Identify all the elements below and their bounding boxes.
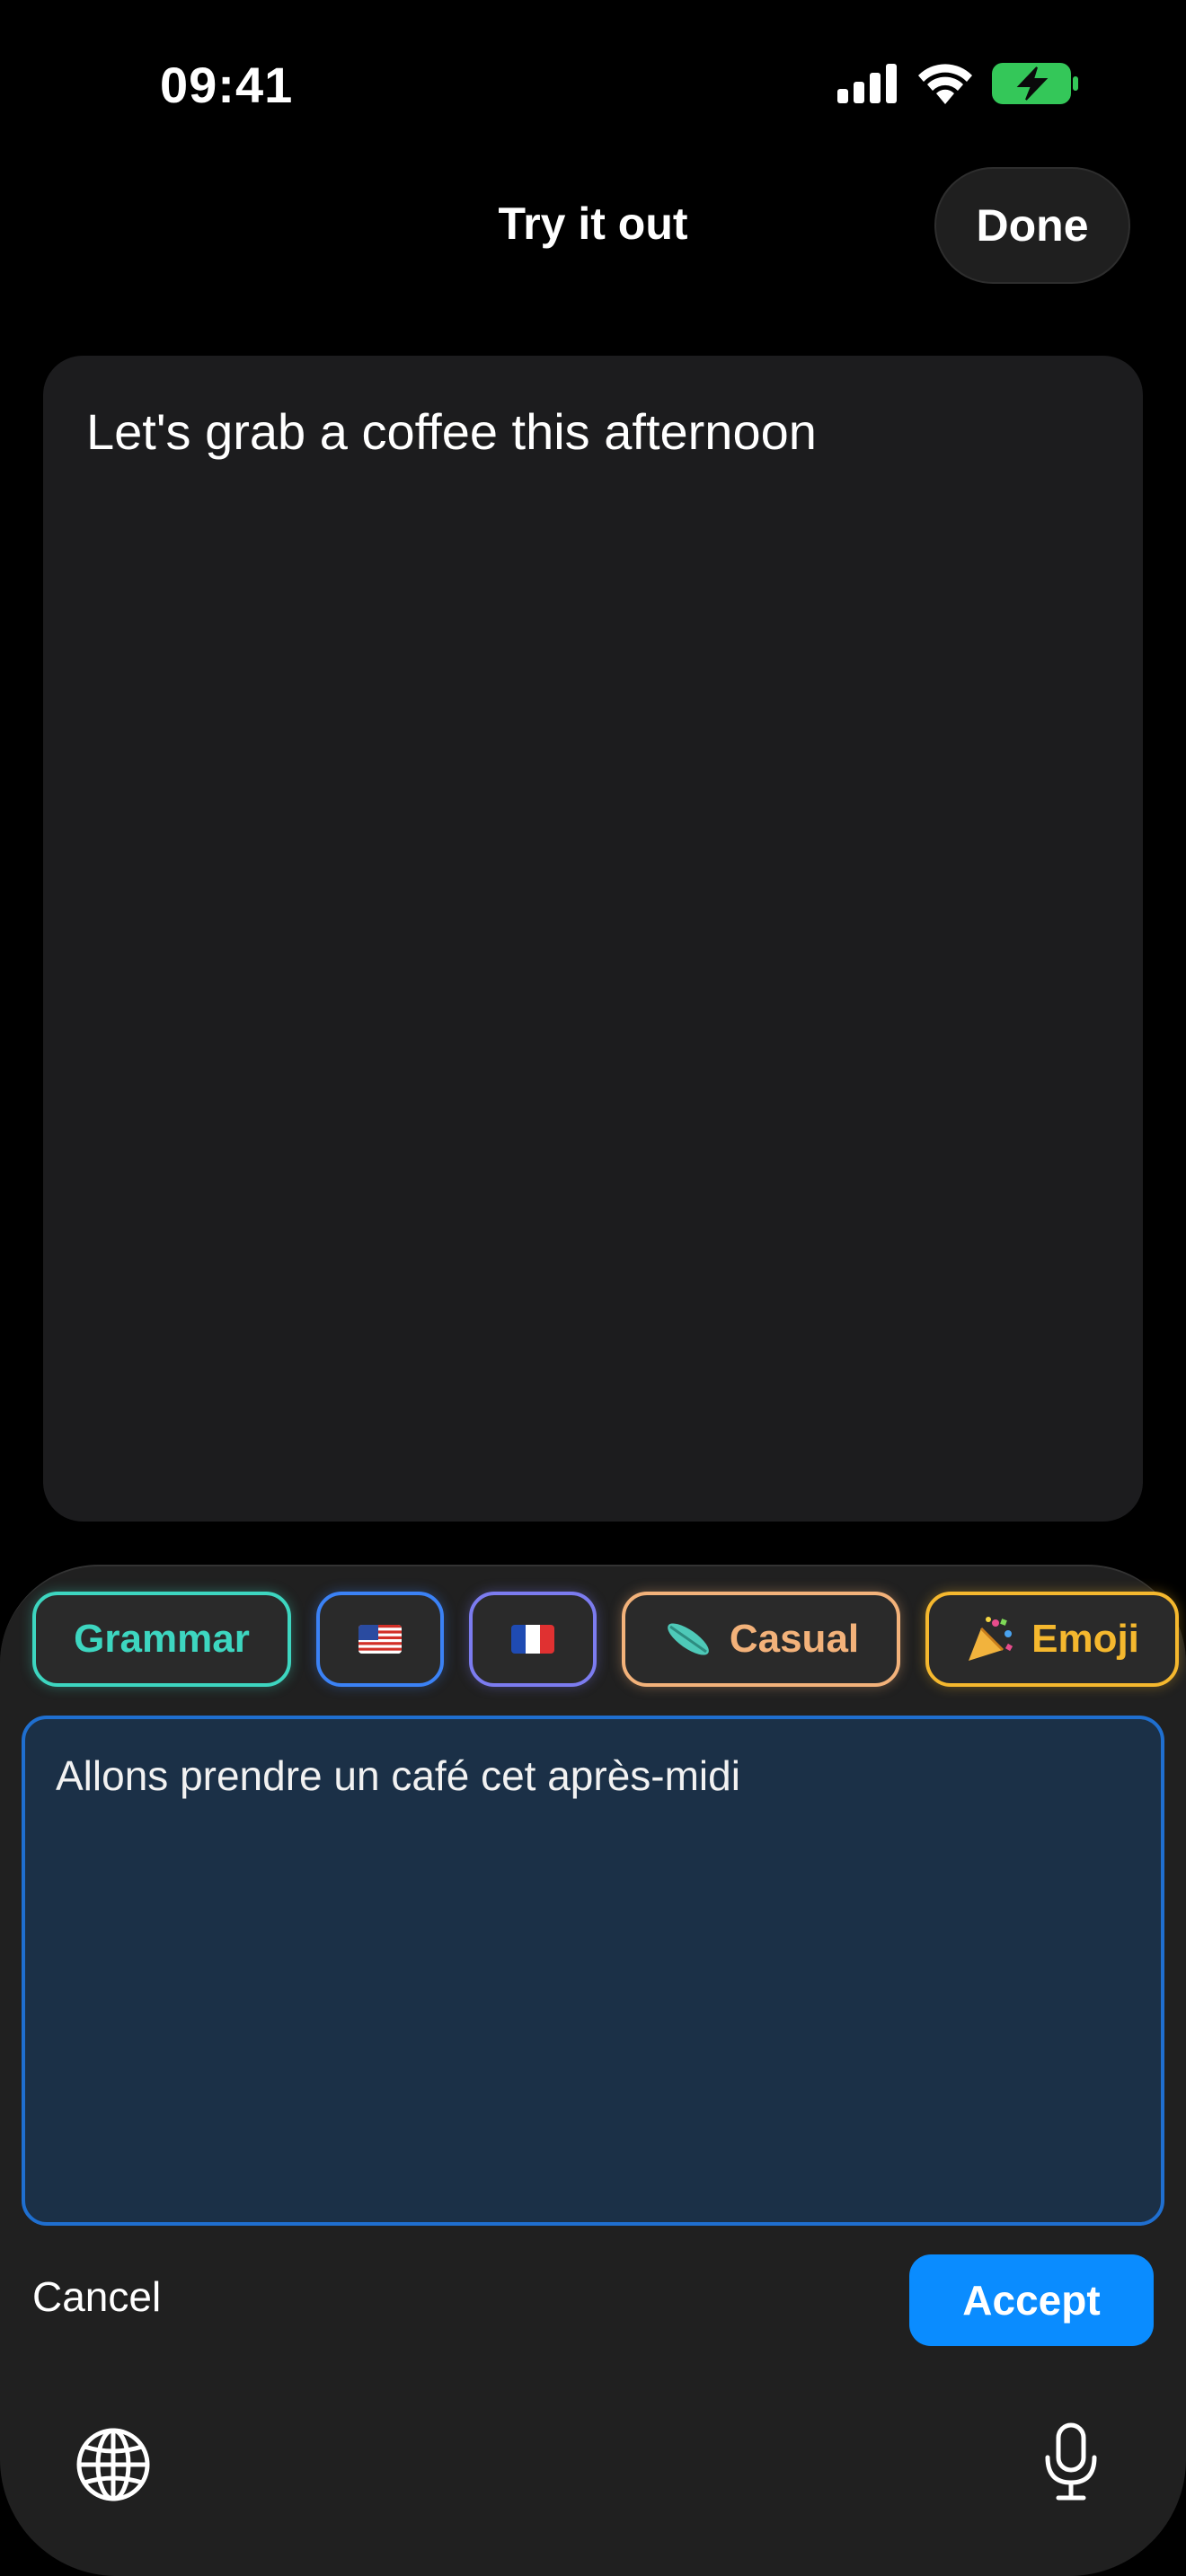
party-popper-icon [969,1617,1013,1661]
rewrite-result[interactable]: Allons prendre un café cet après-midi [22,1716,1164,2226]
done-button[interactable]: Done [934,167,1130,284]
grammar-chip-label: Grammar [74,1617,250,1661]
casual-chip-label: Casual [729,1617,860,1661]
battery-charging-icon [992,63,1078,104]
text-editor[interactable]: Let's grab a coffee this afternoon [43,356,1143,1522]
wifi-icon [918,64,972,104]
cancel-button[interactable]: Cancel [32,2272,161,2321]
casual-chip[interactable]: Casual [622,1592,900,1687]
emoji-chip[interactable]: Emoji [925,1592,1179,1687]
cellular-signal-icon [837,64,897,103]
status-time: 09:41 [160,57,294,113]
surfboard-icon [667,1623,709,1655]
accept-button[interactable]: Accept [909,2254,1154,2346]
french-flag-icon [511,1625,554,1654]
status-icons [837,63,1078,104]
emoji-chip-label: Emoji [1031,1617,1139,1661]
grammar-chip[interactable]: Grammar [32,1592,291,1687]
rewrite-options: Grammar Casual Emoji [32,1592,1179,1687]
french-chip[interactable] [469,1592,597,1687]
us-flag-icon [358,1625,402,1654]
microphone-icon[interactable] [1042,2422,1100,2502]
english-chip[interactable] [316,1592,444,1687]
globe-icon[interactable] [75,2427,151,2502]
